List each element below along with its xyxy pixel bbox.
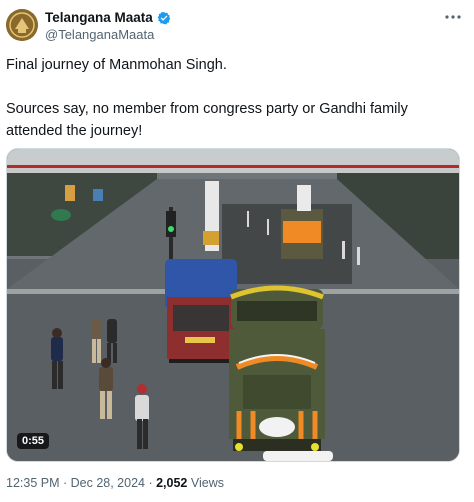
verified-badge-icon — [157, 11, 171, 24]
views-label: Views — [187, 476, 224, 490]
post-line-2: Sources say, no member from congress par… — [6, 101, 408, 139]
video-duration-badge: 0:55 — [17, 433, 50, 449]
emblem-avatar-icon — [6, 9, 38, 41]
post-time[interactable]: 12:35 PM — [6, 476, 60, 490]
post-text: Final journey of Manmohan Singh. Sources… — [6, 54, 466, 142]
more-options-icon[interactable] — [444, 8, 462, 31]
views-count: 2,052 — [156, 476, 188, 490]
video-player[interactable]: 0:55 — [6, 148, 460, 462]
author-name-row: Telangana Maata — [45, 10, 171, 25]
author-name[interactable]: Telangana Maata — [45, 10, 153, 25]
meta-separator-1: · — [59, 476, 71, 490]
video-frame — [7, 149, 459, 461]
post-date[interactable]: Dec 28, 2024 — [71, 476, 145, 490]
post-meta: 12:35 PM · Dec 28, 2024 · 2,052 Views — [6, 476, 224, 490]
author-avatar[interactable] — [6, 9, 38, 41]
post-line-1: Final journey of Manmohan Singh. — [6, 57, 227, 73]
author-handle[interactable]: @TelanganaMaata — [45, 27, 154, 42]
post-card: Telangana Maata @TelanganaMaata Final jo… — [0, 0, 474, 502]
meta-separator-2: · — [144, 476, 157, 490]
